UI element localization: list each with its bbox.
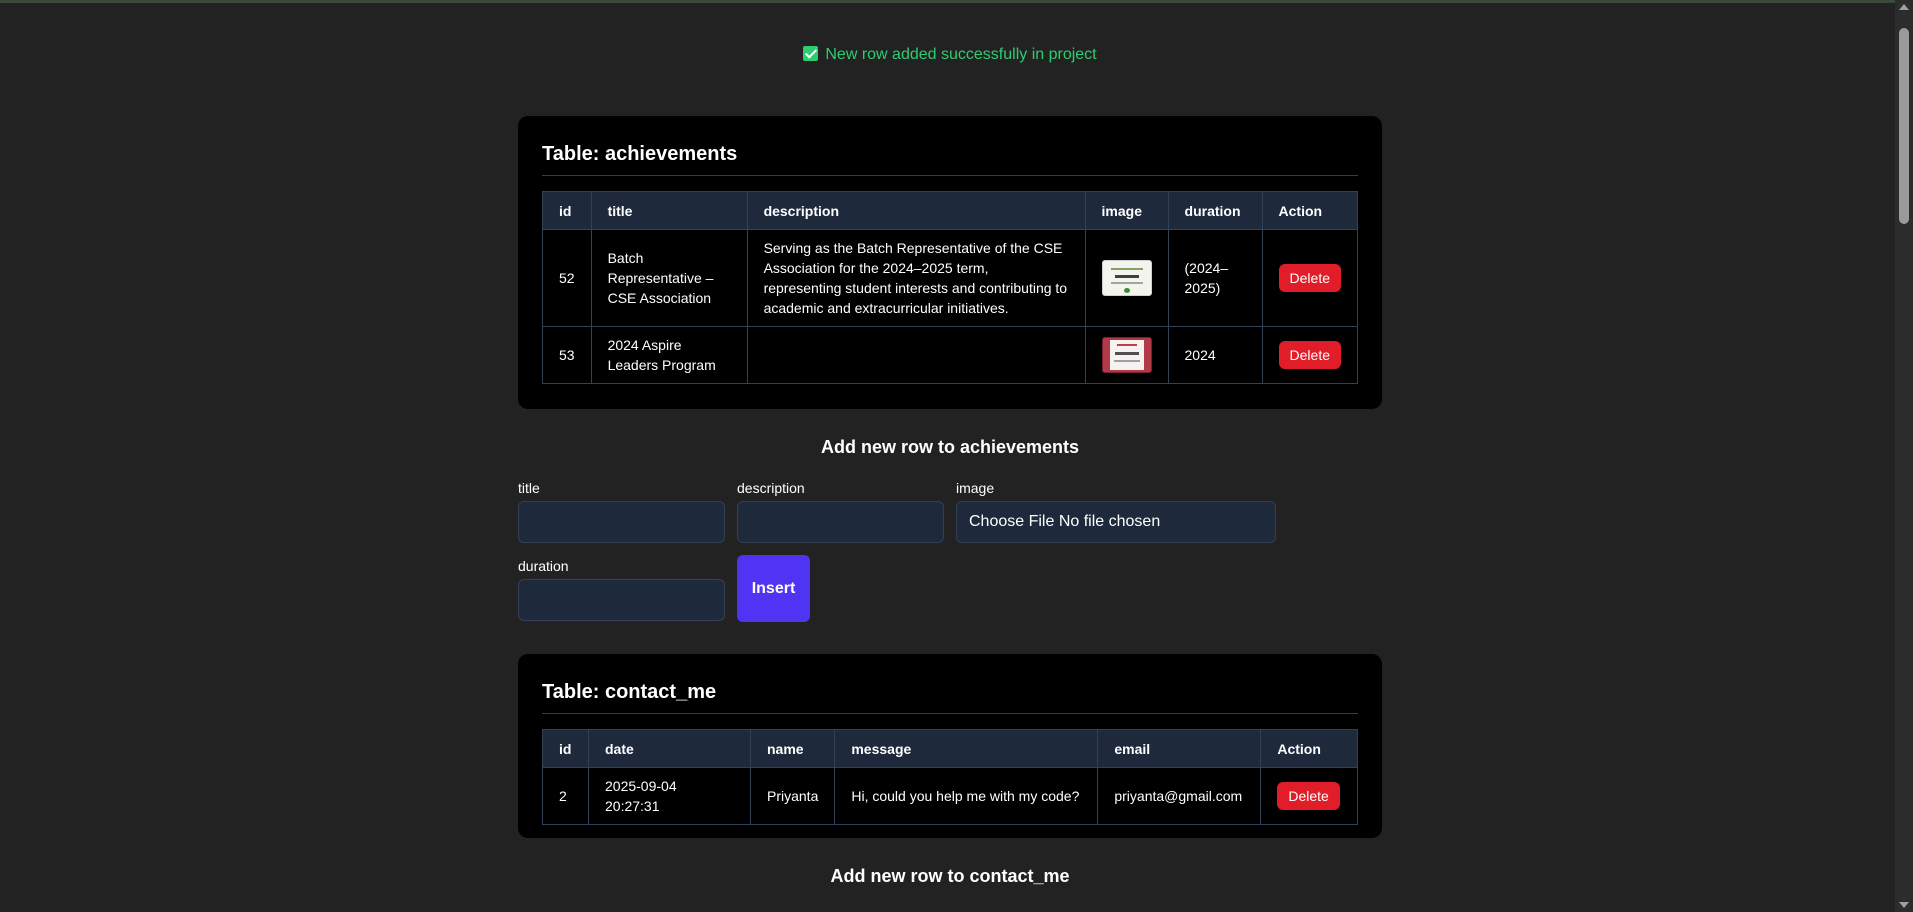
achievements-table-title: Table: achievements [542, 116, 1358, 176]
delete-button[interactable]: Delete [1277, 782, 1340, 810]
cell-id: 2 [542, 767, 589, 825]
table-row: 2 2025-09-04 20:27:31 Priyanta Hi, could… [542, 767, 1358, 825]
cell-image [1084, 229, 1169, 327]
column-header-message: message [834, 729, 1099, 768]
table-row: 53 2024 Aspire Leaders Program 2024 Dele… [542, 326, 1359, 384]
duration-input[interactable] [518, 579, 725, 621]
column-header-email: email [1097, 729, 1262, 768]
column-header-date: date [588, 729, 751, 768]
cell-action: Delete [1260, 767, 1358, 825]
column-header-title: title [590, 191, 748, 230]
title-input[interactable] [518, 501, 725, 543]
contact-me-table: id date name message email Action 2 2025… [542, 729, 1358, 825]
cell-action: Delete [1261, 229, 1359, 327]
certificate-thumbnail-image [1101, 260, 1152, 296]
contact-me-table-card: Table: contact_me id date name message e… [518, 654, 1382, 838]
duration-field-label: duration [518, 558, 569, 574]
achievements-table-card: Table: achievements id title description… [518, 116, 1382, 409]
table-header-row: id title description image duration Acti… [542, 191, 1359, 230]
cell-action: Delete [1261, 326, 1359, 384]
image-field-label: image [956, 480, 995, 496]
cell-description: Serving as the Batch Representative of t… [746, 229, 1086, 327]
column-header-action: Action [1260, 729, 1358, 768]
column-header-id: id [542, 729, 589, 768]
check-icon [803, 46, 819, 61]
cell-title: 2024 Aspire Leaders Program [590, 326, 748, 384]
success-message-text: New row added successfully in project [825, 46, 1097, 63]
scroll-up-arrow-icon[interactable] [1899, 4, 1909, 10]
title-field-label: title [518, 480, 540, 496]
column-header-name: name [749, 729, 836, 768]
cell-email: priyanta@gmail.com [1097, 767, 1262, 825]
image-file-input[interactable]: Choose File No file chosen [956, 501, 1276, 543]
cell-title: Batch Representative – CSE Association [590, 229, 748, 327]
column-header-duration: duration [1167, 191, 1263, 230]
table-row: 52 Batch Representative – CSE Associatio… [542, 229, 1359, 327]
column-header-description: description [746, 191, 1086, 230]
table-header-row: id date name message email Action [542, 729, 1358, 768]
vertical-scrollbar[interactable] [1895, 0, 1913, 912]
delete-button[interactable]: Delete [1278, 264, 1341, 292]
delete-button[interactable]: Delete [1278, 341, 1341, 369]
window-top-border [0, 0, 1895, 3]
description-input[interactable] [737, 501, 944, 543]
cell-message: Hi, could you help me with my code? [834, 767, 1099, 825]
contact-me-table-title: Table: contact_me [542, 654, 1358, 714]
contact-me-form-heading: Add new row to contact_me [830, 866, 1070, 886]
column-header-id: id [542, 191, 592, 230]
cell-image [1084, 326, 1169, 384]
description-field-label: description [737, 480, 805, 496]
scroll-down-arrow-icon[interactable] [1899, 902, 1909, 908]
achievements-table: id title description image duration Acti… [542, 191, 1359, 384]
achievements-form-heading: Add new row to achievements [820, 437, 1080, 457]
cell-duration: 2024 [1167, 326, 1263, 384]
cell-duration: (2024–2025) [1167, 229, 1263, 327]
cell-id: 52 [542, 229, 592, 327]
cell-id: 53 [542, 326, 592, 384]
cell-name: Priyanta [749, 767, 836, 825]
column-header-action: Action [1261, 191, 1359, 230]
success-message: New row added successfully in project [0, 46, 1900, 64]
scrollbar-thumb[interactable] [1899, 28, 1909, 224]
column-header-image: image [1084, 191, 1169, 230]
insert-button[interactable]: Insert [737, 555, 810, 622]
cell-date: 2025-09-04 20:27:31 [588, 767, 751, 825]
certificate-thumbnail-image [1101, 337, 1152, 373]
cell-description [746, 326, 1086, 384]
